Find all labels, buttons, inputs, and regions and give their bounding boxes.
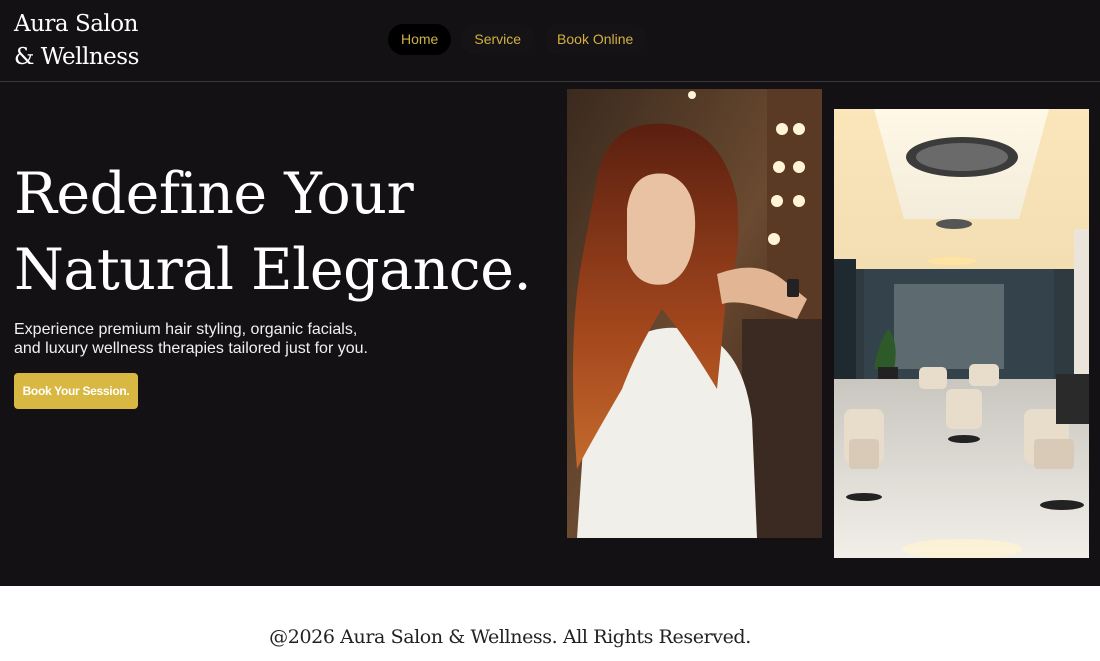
site-footer: @2026 Aura Salon & Wellness. All Rights …	[0, 586, 1100, 661]
hero-title-line-2: Natural Elegance.	[14, 237, 532, 303]
main-nav: Home Service Book Online	[388, 24, 647, 55]
book-session-button[interactable]: Book Your Session.	[14, 373, 138, 409]
logo-line-2: & Wellness	[14, 44, 139, 70]
nav-book-online[interactable]: Book Online	[544, 24, 647, 55]
hero-title: Redefine Your Natural Elegance.	[14, 156, 532, 308]
hair-styling-photo	[567, 89, 822, 538]
nav-service[interactable]: Service	[461, 24, 535, 55]
hero-subtitle: Experience premium hair styling, organic…	[14, 320, 534, 358]
site-header: Aura Salon & Wellness Home Service Book …	[0, 0, 1100, 82]
site-logo[interactable]: Aura Salon & Wellness	[14, 8, 139, 74]
hero-title-line-1: Redefine Your	[14, 161, 414, 227]
hero-subtitle-line-1: Experience premium hair styling, organic…	[14, 321, 358, 338]
hero-subtitle-line-2: and luxury wellness therapies tailored j…	[14, 340, 368, 357]
nav-home[interactable]: Home	[388, 24, 452, 55]
logo-line-1: Aura Salon	[14, 11, 138, 37]
salon-interior-photo	[834, 109, 1089, 558]
copyright-text: @2026 Aura Salon & Wellness. All Rights …	[269, 626, 751, 648]
